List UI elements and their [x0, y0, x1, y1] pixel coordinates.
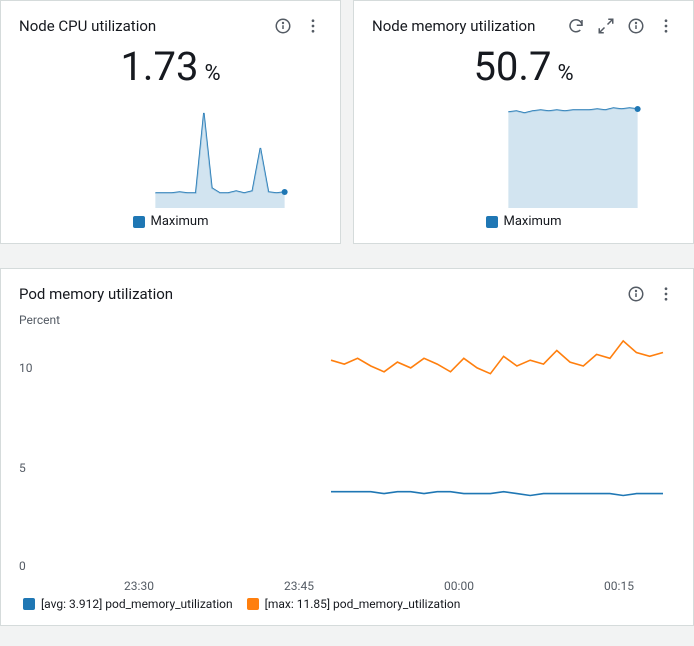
x-tick: 23:30 — [124, 579, 154, 593]
cpu-card: Node CPU utilization 1.73% Maximum — [0, 0, 341, 244]
y-tick: 10 — [19, 361, 33, 375]
card-actions — [627, 285, 675, 303]
menu-icon[interactable] — [657, 285, 675, 303]
stat-number: 50.7 — [473, 43, 551, 90]
pod-memory-chart: Percent 10 5 0 23:30 23:45 00:00 00:15 — [19, 313, 675, 593]
legend-entry-avg[interactable]: [avg: 3.912] pod_memory_utilization — [23, 597, 233, 611]
legend-swatch — [133, 216, 145, 228]
stat-unit: % — [204, 61, 220, 86]
card-actions — [274, 17, 322, 35]
y-tick: 5 — [19, 461, 26, 475]
x-tick: 23:45 — [284, 579, 314, 593]
legend: Maximum — [372, 214, 675, 229]
legend-swatch — [247, 598, 259, 610]
legend-label: Maximum — [151, 214, 209, 229]
stat-number: 1.73 — [120, 43, 198, 90]
stat-value: 1.73% — [19, 43, 322, 90]
legend-label: [max: 11.85] pod_memory_utilization — [265, 597, 461, 611]
x-tick: 00:15 — [604, 579, 634, 593]
card-title: Node CPU utilization — [19, 17, 156, 35]
card-header: Node memory utilization — [372, 17, 675, 35]
card-header: Pod memory utilization — [19, 285, 675, 303]
info-icon[interactable] — [274, 17, 292, 35]
menu-icon[interactable] — [657, 17, 675, 35]
memory-sparkline — [372, 98, 675, 208]
y-axis-title: Percent — [19, 313, 60, 327]
card-title: Node memory utilization — [372, 17, 535, 35]
expand-icon[interactable] — [597, 17, 615, 35]
pod-memory-card: Pod memory utilization Percent 10 5 0 23… — [0, 268, 694, 626]
stat-unit: % — [557, 61, 573, 86]
y-tick: 0 — [19, 559, 26, 573]
refresh-icon[interactable] — [567, 17, 585, 35]
card-actions — [567, 17, 675, 35]
info-icon[interactable] — [627, 285, 645, 303]
legend-entry-max[interactable]: [max: 11.85] pod_memory_utilization — [247, 597, 461, 611]
info-icon[interactable] — [627, 17, 645, 35]
legend-label: Maximum — [504, 214, 562, 229]
legend-label: [avg: 3.912] pod_memory_utilization — [41, 597, 233, 611]
legend-swatch — [486, 216, 498, 228]
stat-value: 50.7% — [372, 43, 675, 90]
menu-icon[interactable] — [304, 17, 322, 35]
legend: [avg: 3.912] pod_memory_utilization [max… — [19, 597, 675, 611]
card-header: Node CPU utilization — [19, 17, 322, 35]
memory-card: Node memory utilization 50.7% — [353, 0, 694, 244]
x-tick: 00:00 — [444, 579, 474, 593]
cpu-sparkline — [19, 98, 322, 208]
legend: Maximum — [19, 214, 322, 229]
card-title: Pod memory utilization — [19, 285, 173, 303]
legend-swatch — [23, 598, 35, 610]
